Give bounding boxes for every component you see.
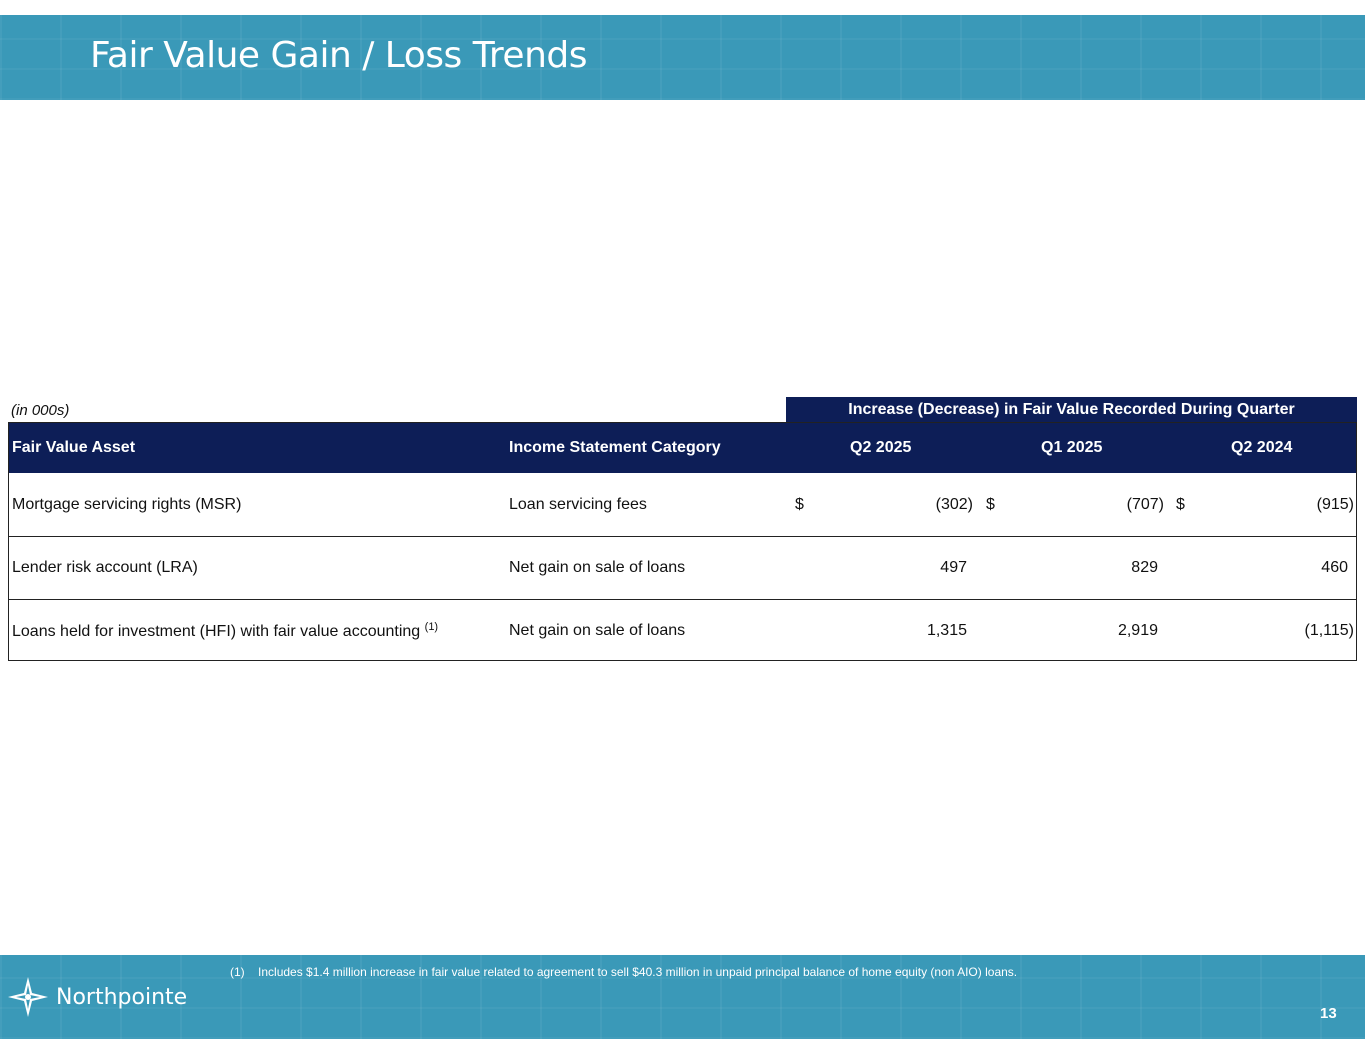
footnote-marker: (1) <box>230 965 245 979</box>
category-cell: Net gain on sale of loans <box>509 621 686 639</box>
column-header-q1-2025: Q1 2025 <box>1041 439 1103 456</box>
value-q2-2024: (915) <box>1316 495 1354 513</box>
value-q1-2025: (707) <box>1126 495 1164 513</box>
value-q2-2025: (302) <box>935 495 973 513</box>
table-row: Loans held for investment (HFI) with fai… <box>9 599 1356 662</box>
value-q1-2025: 2,919 <box>1117 621 1158 639</box>
column-header-q2-2025: Q2 2025 <box>850 439 912 456</box>
value-q2-2025: 1,315 <box>926 621 967 639</box>
logo-text: Northpointe <box>56 984 188 1010</box>
asset-cell: Loans held for investment (HFI) with fai… <box>12 620 438 640</box>
category-cell: Loan servicing fees <box>509 495 647 513</box>
currency-cell: $ <box>795 495 804 513</box>
asset-cell: Lender risk account (LRA) <box>12 558 198 576</box>
table-row: Lender risk account (LRA) Net gain on sa… <box>9 536 1356 600</box>
currency-cell: $ <box>986 495 995 513</box>
value-q2-2024: (1,115) <box>1304 621 1354 639</box>
footnote-text: Includes $1.4 million increase in fair v… <box>258 965 1018 979</box>
column-header-category: Income Statement Category <box>509 439 721 456</box>
column-header-q2-2024: Q2 2024 <box>1231 439 1293 456</box>
footer-banner: (1) Includes $1.4 million increase in fa… <box>0 955 1365 1039</box>
category-cell: Net gain on sale of loans <box>509 558 686 576</box>
company-logo: Northpointe <box>8 977 187 1017</box>
units-label: (in 000s) <box>11 402 70 419</box>
group-header: Increase (Decrease) in Fair Value Record… <box>786 397 1357 423</box>
footnote: (1) Includes $1.4 million increase in fa… <box>230 965 1017 979</box>
value-q2-2025: 497 <box>940 558 967 576</box>
page-number: 13 <box>1320 1005 1337 1022</box>
column-header-asset: Fair Value Asset <box>12 439 136 456</box>
header-banner: Fair Value Gain / Loss Trends <box>0 15 1365 100</box>
value-q1-2025: 829 <box>1131 558 1158 576</box>
compass-star-icon <box>8 977 48 1017</box>
table-row: Mortgage servicing rights (MSR) Loan ser… <box>9 473 1356 537</box>
asset-cell-text: Loans held for investment (HFI) with fai… <box>12 622 421 640</box>
page-title: Fair Value Gain / Loss Trends <box>90 35 588 76</box>
currency-cell: $ <box>1176 495 1185 513</box>
value-q2-2024: 460 <box>1321 558 1348 576</box>
footnote-reference: (1) <box>424 620 439 633</box>
table-header-row: Fair Value Asset Income Statement Catego… <box>9 423 1356 473</box>
fair-value-table: Fair Value Asset Income Statement Catego… <box>8 422 1357 661</box>
asset-cell: Mortgage servicing rights (MSR) <box>12 495 242 513</box>
